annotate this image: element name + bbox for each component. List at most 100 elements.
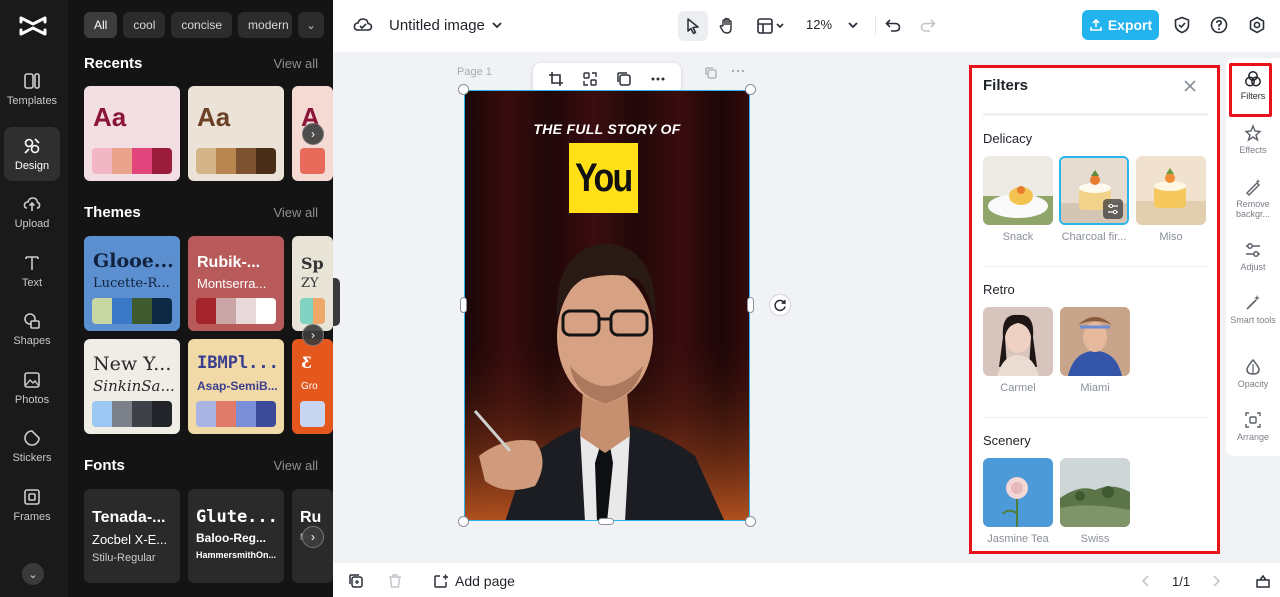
add-page-label: Add page xyxy=(455,573,515,589)
chevron-down-icon[interactable] xyxy=(491,20,503,30)
rail-item-frames[interactable]: Frames xyxy=(4,478,60,532)
fonts-next-arrow-icon[interactable]: › xyxy=(302,526,324,548)
theme-card[interactable]: Glooe... Lucette-R... xyxy=(84,236,180,331)
page-duplicate-icon[interactable] xyxy=(704,66,718,80)
theme-card[interactable]: New Y... SinkinSa... xyxy=(84,339,180,434)
rail-item-text[interactable]: Text xyxy=(4,244,60,298)
filter-thumb-charcoal[interactable] xyxy=(1059,156,1129,225)
fonts-view-all[interactable]: View all xyxy=(273,458,318,473)
themes-view-all[interactable]: View all xyxy=(273,205,318,220)
resize-handle[interactable] xyxy=(745,516,756,527)
add-page-button[interactable]: Add page xyxy=(433,573,515,589)
theme-card[interactable]: Sp ZY xyxy=(292,236,333,331)
themes-next-arrow-icon[interactable]: › xyxy=(302,324,324,346)
color-swatches xyxy=(300,148,325,174)
panel-collapse-handle[interactable] xyxy=(333,278,340,326)
resize-handle[interactable] xyxy=(458,84,469,95)
color-swatch xyxy=(92,148,112,174)
zoom-chevron-down-icon[interactable] xyxy=(847,20,859,30)
rail-item-shapes[interactable]: Shapes xyxy=(4,302,60,356)
layout-menu-button[interactable] xyxy=(753,11,789,41)
poster-you-box[interactable]: You xyxy=(569,143,638,213)
page-duplicate-icon[interactable] xyxy=(348,573,364,589)
theme-title: Sp xyxy=(301,254,324,273)
chip-modern[interactable]: modern xyxy=(238,12,293,38)
flip-icon[interactable] xyxy=(580,69,600,89)
page-panel-toggle-icon[interactable] xyxy=(1255,573,1271,589)
rail-item-remove-background[interactable]: Remove backgr... xyxy=(1226,178,1280,219)
canvas-artboard[interactable]: THE FULL STORY OF You xyxy=(464,90,750,521)
font-card[interactable]: Tenada-... Zocbel X-E... Stilu-Regular xyxy=(84,489,180,583)
trash-icon[interactable] xyxy=(387,573,403,589)
crop-icon[interactable] xyxy=(546,69,566,89)
poster-headline[interactable]: THE FULL STORY OF xyxy=(465,121,749,137)
hand-tool-button[interactable] xyxy=(712,11,742,41)
resize-handle[interactable] xyxy=(747,297,754,313)
close-icon[interactable] xyxy=(1180,76,1200,96)
resize-handle[interactable] xyxy=(598,518,614,525)
color-swatch xyxy=(152,401,172,427)
bottom-bar: Add page 1/1 xyxy=(333,563,1280,597)
page-more-icon[interactable] xyxy=(731,66,745,80)
rail-item-templates[interactable]: Templates xyxy=(4,62,60,116)
zoom-level[interactable]: 12% xyxy=(806,17,832,32)
settings-gear-icon[interactable] xyxy=(1248,16,1266,34)
rail-item-upload[interactable]: Upload xyxy=(4,185,60,239)
theme-card[interactable]: IBMPl... Asap-SemiB... xyxy=(188,339,284,434)
rail-item-photos[interactable]: Photos xyxy=(4,361,60,415)
color-swatch xyxy=(216,148,236,174)
filter-thumb-miami[interactable] xyxy=(1060,307,1130,376)
prev-page-icon[interactable] xyxy=(1140,574,1152,588)
filter-thumb-swiss[interactable] xyxy=(1060,458,1130,527)
filter-thumb-snack[interactable] xyxy=(983,156,1053,225)
recent-card[interactable]: Aa xyxy=(188,86,284,181)
filter-thumb-carmel[interactable] xyxy=(983,307,1053,376)
rail-item-arrange[interactable]: Arrange xyxy=(1226,411,1280,442)
undo-icon[interactable] xyxy=(884,16,902,34)
more-chevron-icon[interactable]: ⌄ xyxy=(22,563,44,585)
chip-concise[interactable]: concise xyxy=(171,12,233,38)
recent-card[interactable]: Aa xyxy=(84,86,180,181)
duplicate-icon[interactable] xyxy=(614,69,634,89)
theme-card[interactable]: Ƹ Gro xyxy=(292,339,333,434)
font-card[interactable]: Glute... Baloo-Reg... HammersmithOn... xyxy=(188,489,284,583)
rail-item-label: Design xyxy=(14,159,50,172)
resize-handle[interactable] xyxy=(745,84,756,95)
more-options-icon[interactable] xyxy=(648,69,668,89)
chip-cool[interactable]: cool xyxy=(123,12,166,38)
resize-handle[interactable] xyxy=(460,297,467,313)
text-icon xyxy=(25,255,39,270)
themes-title: Themes xyxy=(84,204,141,221)
filter-thumb-jasmine-tea[interactable] xyxy=(983,458,1053,527)
next-page-icon[interactable] xyxy=(1210,574,1222,588)
rail-item-smart-tools[interactable]: Smart tools xyxy=(1226,294,1280,325)
rail-item-stickers[interactable]: Stickers xyxy=(4,419,60,473)
filter-thumb-miso[interactable] xyxy=(1136,156,1206,225)
rail-item-label: Adjust xyxy=(1240,262,1266,272)
chip-all[interactable]: All xyxy=(84,12,118,38)
chips-more-chevron-icon[interactable]: ⌄ xyxy=(298,12,325,38)
recents-view-all[interactable]: View all xyxy=(273,56,318,71)
rotate-handle[interactable] xyxy=(769,294,791,316)
rail-item-opacity[interactable]: Opacity xyxy=(1226,358,1280,389)
document-title[interactable]: Untitled image xyxy=(389,17,485,34)
cloud-sync-icon[interactable] xyxy=(353,15,373,35)
filter-label: Jasmine Tea xyxy=(987,533,1049,545)
redo-icon[interactable] xyxy=(919,16,937,34)
resize-handle[interactable] xyxy=(458,516,469,527)
shield-check-icon[interactable] xyxy=(1173,16,1191,34)
recents-next-arrow-icon[interactable]: › xyxy=(302,123,324,145)
capcut-logo-icon[interactable] xyxy=(18,14,48,38)
color-swatch xyxy=(196,148,216,174)
adjust-sliders-icon[interactable] xyxy=(1103,199,1123,219)
select-tool-button[interactable] xyxy=(678,11,708,41)
export-button[interactable]: Export xyxy=(1082,10,1159,40)
upload-icon xyxy=(23,196,41,211)
rail-item-adjust[interactable]: Adjust xyxy=(1226,241,1280,272)
filter-label: Carmel xyxy=(1000,382,1036,394)
help-icon[interactable] xyxy=(1210,16,1228,34)
rail-item-design[interactable]: Design xyxy=(4,127,60,181)
theme-card[interactable]: Rubik-... Montserra... xyxy=(188,236,284,331)
rail-item-label: Frames xyxy=(13,510,51,523)
rail-item-effects[interactable]: Effects xyxy=(1226,124,1280,155)
